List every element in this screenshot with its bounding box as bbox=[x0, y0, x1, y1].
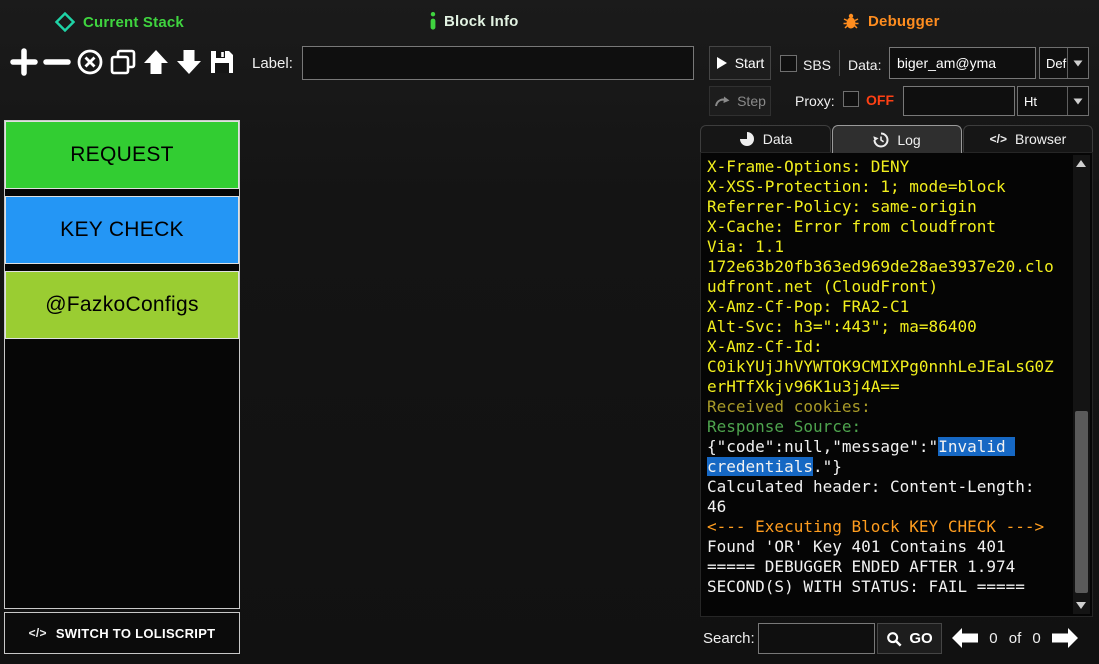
search-icon bbox=[886, 631, 902, 647]
nav-left-icon bbox=[950, 626, 980, 650]
clone-block-button[interactable] bbox=[107, 46, 139, 78]
nav-right-icon bbox=[1050, 626, 1080, 650]
step-button[interactable]: Step bbox=[709, 86, 771, 116]
log-line: Received cookies: bbox=[707, 397, 1057, 417]
switch-to-loliscript-button[interactable]: </> SWITCH TO LOLISCRIPT bbox=[4, 612, 240, 654]
step-icon bbox=[714, 95, 730, 108]
switch-button-label: SWITCH TO LOLISCRIPT bbox=[56, 626, 216, 641]
log-line: Referrer-Policy: same-origin bbox=[707, 197, 1057, 217]
block-info-title: Block Info bbox=[444, 13, 519, 30]
search-match-position: 0 of 0 bbox=[984, 630, 1046, 647]
wordlist-type-dropdown[interactable]: Def bbox=[1039, 47, 1089, 79]
pie-chart-icon bbox=[739, 131, 755, 147]
stack-panel: REQUEST KEY CHECK @FazkoConfigs bbox=[4, 120, 240, 609]
code-icon: </> bbox=[29, 626, 47, 640]
stack-block-label: REQUEST bbox=[70, 143, 174, 167]
search-go-button[interactable]: GO bbox=[877, 623, 942, 654]
bug-icon bbox=[842, 12, 860, 30]
stack-diamond-icon bbox=[55, 12, 75, 32]
tab-log-label: Log bbox=[897, 132, 920, 148]
x-circle-icon bbox=[76, 48, 104, 76]
log-line: Calculated header: Content-Length: 46 bbox=[707, 477, 1057, 517]
log-line: X-Frame-Options: DENY bbox=[707, 157, 1057, 177]
tab-data-label: Data bbox=[763, 131, 793, 147]
tab-browser[interactable]: </> Browser bbox=[963, 125, 1093, 152]
tab-browser-label: Browser bbox=[1015, 131, 1066, 147]
proxy-type-value: Ht bbox=[1018, 94, 1067, 109]
current-stack-title: Current Stack bbox=[83, 14, 184, 31]
minus-icon bbox=[43, 48, 71, 76]
remove-block-button[interactable] bbox=[41, 46, 73, 78]
block-info-header: Block Info bbox=[430, 12, 519, 30]
move-down-button[interactable] bbox=[173, 46, 205, 78]
play-icon bbox=[716, 56, 728, 70]
sbs-checkbox[interactable] bbox=[780, 55, 797, 72]
block-label-caption: Label: bbox=[252, 55, 293, 72]
arrow-down-icon bbox=[175, 48, 203, 76]
stack-block[interactable]: KEY CHECK bbox=[5, 196, 239, 264]
tab-data[interactable]: Data bbox=[700, 125, 831, 152]
save-config-button[interactable] bbox=[206, 46, 238, 78]
scrollbar-thumb[interactable] bbox=[1075, 411, 1088, 593]
add-block-button[interactable] bbox=[8, 46, 40, 78]
stack-block[interactable]: REQUEST bbox=[5, 121, 239, 189]
disable-block-button[interactable] bbox=[74, 46, 106, 78]
log-line: Found 'OR' Key 401 Contains 401 bbox=[707, 537, 1057, 557]
search-caption: Search: bbox=[703, 630, 755, 647]
log-line: Via: 1.1 172e63b20fb363ed969de28ae3937e2… bbox=[707, 237, 1057, 297]
proxy-checkbox[interactable] bbox=[843, 91, 859, 107]
wordlist-type-value: Def bbox=[1040, 56, 1067, 71]
sbs-label: SBS bbox=[803, 57, 831, 73]
log-line: X-XSS-Protection: 1; mode=block bbox=[707, 177, 1057, 197]
current-stack-header: Current Stack bbox=[55, 12, 184, 32]
scrollbar-up-icon[interactable] bbox=[1076, 160, 1086, 167]
log-line: Alt-Svc: h3=":443"; ma=86400 bbox=[707, 317, 1057, 337]
arrow-up-icon bbox=[142, 48, 170, 76]
stack-block-label: @FazkoConfigs bbox=[45, 293, 199, 317]
log-line: ===== DEBUGGER ENDED AFTER 1.974 SECOND(… bbox=[707, 557, 1057, 597]
chevron-down-icon bbox=[1073, 98, 1083, 105]
search-input[interactable] bbox=[758, 623, 875, 654]
chevron-down-icon bbox=[1073, 60, 1083, 67]
clone-icon bbox=[109, 48, 137, 76]
move-up-button[interactable] bbox=[140, 46, 172, 78]
log-line: X-Amz-Cf-Pop: FRA2-C1 bbox=[707, 297, 1057, 317]
history-icon bbox=[873, 132, 889, 148]
block-label-input[interactable] bbox=[302, 46, 694, 80]
stack-block[interactable]: @FazkoConfigs bbox=[5, 271, 239, 339]
previous-match-button[interactable] bbox=[948, 626, 982, 652]
code-icon: </> bbox=[990, 132, 1007, 146]
info-icon bbox=[430, 12, 436, 30]
debugger-title: Debugger bbox=[868, 13, 940, 30]
stacker-window: Current Stack Block Info Debugger Label:… bbox=[0, 0, 1099, 664]
log-scrollbar[interactable] bbox=[1073, 155, 1090, 614]
start-button[interactable]: Start bbox=[709, 46, 771, 80]
stack-block-label: KEY CHECK bbox=[60, 218, 184, 242]
log-line: Response Source: bbox=[707, 417, 1057, 437]
data-input[interactable] bbox=[889, 47, 1036, 79]
next-match-button[interactable] bbox=[1048, 626, 1082, 652]
log-line: {"code":null,"message":"Invalid credenti… bbox=[707, 437, 1057, 477]
plus-icon bbox=[10, 48, 38, 76]
go-button-label: GO bbox=[909, 630, 932, 647]
proxy-status: OFF bbox=[866, 92, 894, 108]
data-caption: Data: bbox=[848, 57, 881, 73]
divider bbox=[839, 50, 840, 76]
log-panel: X-Frame-Options: DENYX-XSS-Protection: 1… bbox=[700, 152, 1093, 617]
log-line: <--- Executing Block KEY CHECK ---> bbox=[707, 517, 1057, 537]
log-line: X-Amz-Cf-Id: C0ikYUjJhVYWTOK9CMIXPg0nnhL… bbox=[707, 337, 1057, 397]
start-button-label: Start bbox=[735, 55, 765, 71]
proxy-type-dropdown[interactable]: Ht bbox=[1017, 86, 1089, 116]
save-icon bbox=[208, 48, 236, 76]
step-button-label: Step bbox=[737, 93, 766, 109]
scrollbar-down-icon[interactable] bbox=[1076, 602, 1086, 609]
proxy-caption: Proxy: bbox=[795, 93, 835, 109]
proxy-input[interactable] bbox=[903, 86, 1015, 116]
log-output[interactable]: X-Frame-Options: DENYX-XSS-Protection: 1… bbox=[707, 157, 1057, 597]
tab-log[interactable]: Log bbox=[832, 125, 962, 153]
debugger-header: Debugger bbox=[842, 12, 940, 30]
log-line: X-Cache: Error from cloudfront bbox=[707, 217, 1057, 237]
